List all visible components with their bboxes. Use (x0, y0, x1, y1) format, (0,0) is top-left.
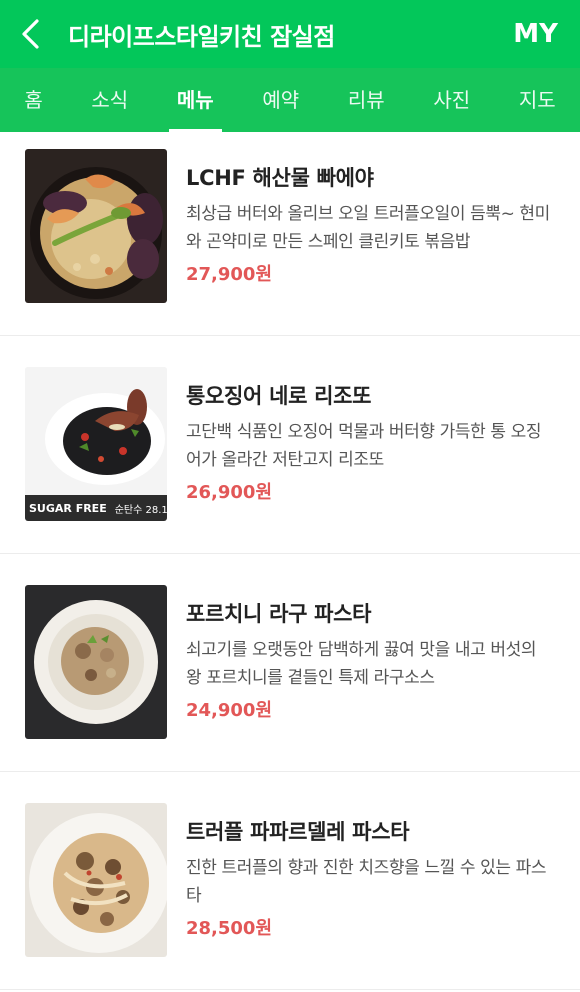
tab-menu[interactable]: 메뉴 (168, 68, 222, 132)
menu-item-description: 쇠고기를 오랫동안 담백하게 끓여 맛을 내고 버섯의 왕 포르치니를 곁들인 … (186, 640, 537, 688)
menu-list: LCHF 해산물 빠에야 최상급 버터와 올리브 오일 트러플오일이 듬뿍~ 현… (0, 132, 580, 990)
truffle-pasta-photo (25, 803, 167, 957)
menu-item-description: 고단백 식품인 오징어 먹물과 버터향 가득한 통 오징어가 올라간 저탄고지 … (186, 422, 542, 470)
menu-item-info: 트러플 파파르델레 파스타 진한 트러플의 향과 진한 치즈향을 느낄 수 있는… (186, 816, 556, 940)
menu-item-name: 트러플 파파르델레 파스타 (186, 820, 410, 844)
top-app-bar: 디라이프스타일키친 잠실점 MY (0, 0, 580, 68)
tab-review[interactable]: 리뷰 (342, 68, 391, 132)
menu-item[interactable]: LCHF 해산물 빠에야 최상급 버터와 올리브 오일 트러플오일이 듬뿍~ 현… (0, 132, 580, 336)
menu-item-name: 포르치니 라구 파스타 (186, 602, 372, 626)
back-button[interactable] (0, 0, 60, 68)
menu-item-price: 24,900원 (186, 700, 273, 721)
menu-item-info: 포르치니 라구 파스타 쇠고기를 오랫동안 담백하게 끓여 맛을 내고 버섯의 … (186, 598, 556, 722)
menu-item[interactable]: 트러플 파파르델레 파스타 진한 트러플의 향과 진한 치즈향을 느낄 수 있는… (0, 772, 580, 990)
menu-item-name: LCHF 해산물 빠에야 (186, 166, 374, 190)
sugar-free-badge: SUGAR FREE 순탄수 28.14g (25, 495, 167, 521)
tab-reservation[interactable]: 예약 (256, 68, 305, 132)
tab-photo[interactable]: 사진 (427, 68, 476, 132)
ragu-pasta-photo (25, 585, 167, 739)
tab-bar: 홈 소식 메뉴 예약 리뷰 사진 지도 (0, 68, 580, 132)
tab-news[interactable]: 소식 (85, 68, 134, 132)
menu-item-info: 통오징어 네로 리조또 고단백 식품인 오징어 먹물과 버터향 가득한 통 오징… (186, 380, 556, 504)
menu-item-description: 최상급 버터와 올리브 오일 트러플오일이 듬뿍~ 현미와 곤약미로 만든 스페… (186, 204, 550, 252)
page-title: 디라이프스타일키친 잠실점 (68, 22, 335, 51)
menu-item-name: 통오징어 네로 리조또 (186, 384, 372, 408)
tab-home[interactable]: 홈 (18, 68, 48, 132)
my-button[interactable]: MY (513, 19, 558, 49)
menu-item-price: 27,900원 (186, 264, 273, 285)
menu-item-price: 26,900원 (186, 482, 273, 503)
risotto-photo: SUGAR FREE 순탄수 28.14g (25, 367, 167, 521)
menu-item-price: 28,500원 (186, 918, 273, 939)
chevron-left-icon (22, 19, 39, 49)
menu-item-description: 진한 트러플의 향과 진한 치즈향을 느낄 수 있는 파스타 (186, 858, 547, 906)
tab-map[interactable]: 지도 (513, 68, 562, 132)
menu-item[interactable]: SUGAR FREE 순탄수 28.14g 통오징어 네로 리조또 고단백 식품… (0, 336, 580, 554)
menu-item-info: LCHF 해산물 빠에야 최상급 버터와 올리브 오일 트러플오일이 듬뿍~ 현… (186, 162, 556, 286)
menu-item[interactable]: 포르치니 라구 파스타 쇠고기를 오랫동안 담백하게 끓여 맛을 내고 버섯의 … (0, 554, 580, 772)
paella-photo (25, 149, 167, 303)
